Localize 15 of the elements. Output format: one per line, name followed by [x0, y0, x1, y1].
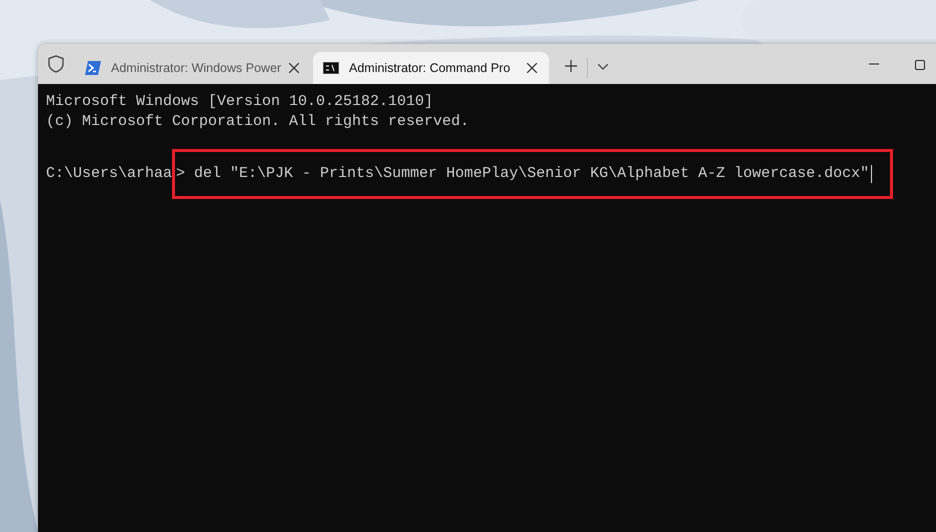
- command-prompt-icon: [323, 62, 339, 74]
- shield-icon[interactable]: [48, 55, 64, 73]
- close-icon[interactable]: [289, 63, 300, 73]
- close-icon[interactable]: [527, 63, 537, 73]
- tab[interactable]: Administrator: Command Pro: [313, 52, 549, 84]
- command-text: > del "E:\PJK - Prints\Summer HomePlay\Senior KG\Alphabet A-Z lowercase.docx": [172, 149, 894, 199]
- maximize-icon[interactable]: [915, 60, 925, 70]
- chevron-down-icon[interactable]: [598, 64, 608, 70]
- terminal-line: Microsoft Windows [Version 10.0.25182.1010]: [46, 92, 434, 112]
- minimize-icon[interactable]: [869, 63, 879, 65]
- terminal-line: (c) Microsoft Corporation. All rights reserved.: [46, 112, 470, 132]
- new-tab-icon[interactable]: [565, 60, 577, 72]
- prompt-text: C:\Users\arhaa: [46, 164, 172, 184]
- tab[interactable]: Administrator: Windows Power: [75, 52, 311, 84]
- powershell-icon: [85, 61, 101, 75]
